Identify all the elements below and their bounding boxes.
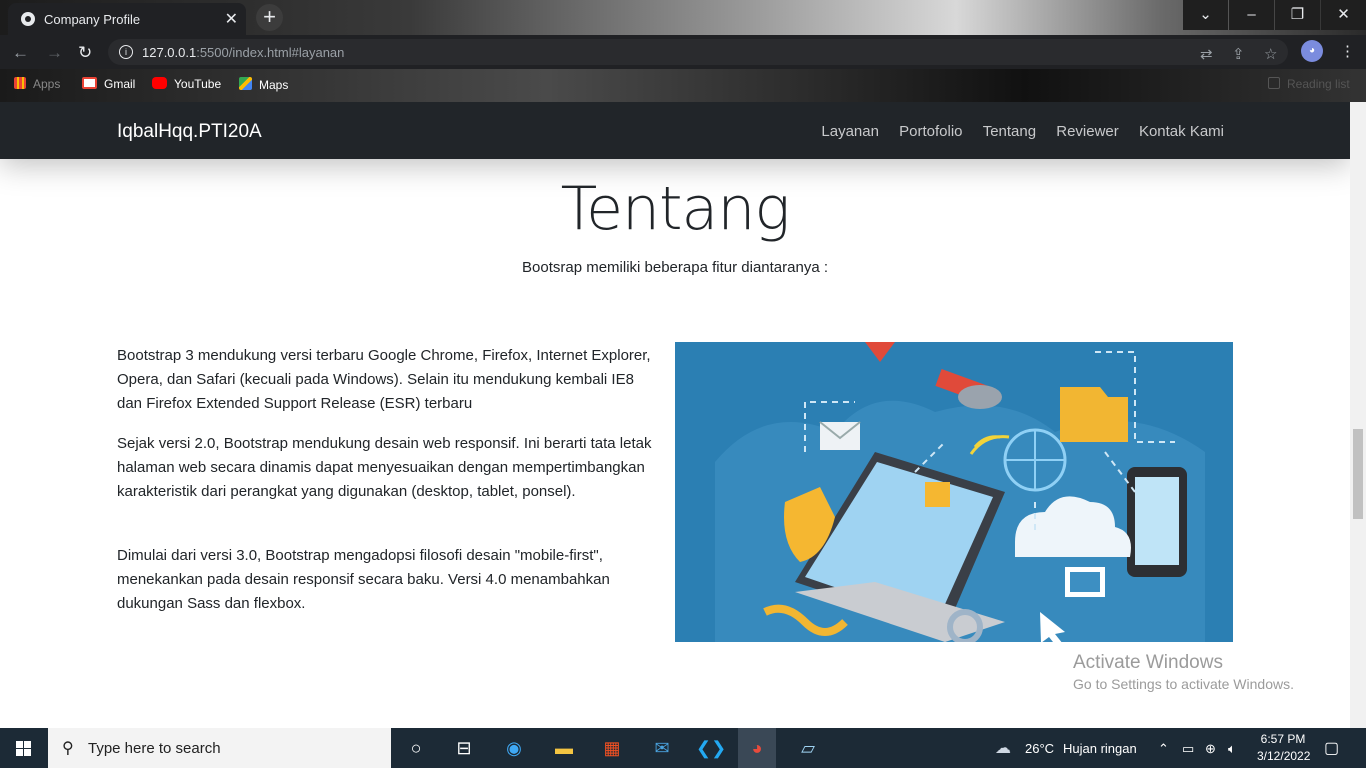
activate-windows-title: Activate Windows (1073, 652, 1223, 673)
notifications-icon[interactable]: ▢ (1324, 738, 1339, 758)
page-scrollbar[interactable] (1350, 102, 1366, 728)
windows-logo-icon (16, 741, 31, 756)
address-bar[interactable]: i 127.0.0.1:5500/index.html#layanan ⇄ ⇪ … (108, 39, 1288, 65)
apps-grid-icon (14, 77, 26, 89)
new-tab-button[interactable]: + (256, 4, 283, 31)
bookmark-maps-label: Maps (259, 78, 289, 92)
tab-search-icon[interactable]: ⌄ (1183, 0, 1228, 30)
nav-link-reviewer[interactable]: Reviewer (1056, 123, 1119, 140)
clock-time: 6:57 PM (1260, 732, 1306, 746)
edge-icon[interactable]: ◉ (500, 734, 528, 762)
mail-icon[interactable]: ✉ (648, 734, 676, 762)
file-explorer-icon[interactable]: ▬ (550, 734, 578, 762)
reading-list-icon (1268, 77, 1280, 89)
share-icon[interactable]: ⇪ (1232, 45, 1245, 63)
youtube-icon (152, 77, 167, 89)
tab-close-icon[interactable]: ✕ (225, 9, 238, 29)
reload-icon[interactable]: ↻ (78, 43, 92, 63)
scrollbar-thumb[interactable] (1353, 429, 1363, 519)
bookmark-apps[interactable]: Apps (14, 77, 60, 91)
task-view-icon[interactable]: ⊟ (450, 734, 478, 762)
nav-link-layanan[interactable]: Layanan (821, 123, 879, 140)
translate-icon[interactable]: ⇄ (1200, 45, 1213, 63)
taskbar-search-box[interactable]: ⚲ Type here to search (48, 728, 391, 768)
weather-cloud-icon: ☁ (995, 740, 1011, 757)
chrome-taskbar-icon[interactable]: ◕ (738, 728, 776, 768)
url-host: 127.0.0.1 (142, 45, 197, 60)
section-subheading: Bootsrap memiliki beberapa fitur diantar… (522, 259, 828, 276)
clock-date: 3/12/2022 (1257, 749, 1311, 763)
url-text[interactable]: 127.0.0.1:5500/index.html#layanan (142, 45, 344, 60)
network-icon[interactable]: ⊕ (1205, 741, 1216, 757)
system-clock[interactable]: 6:57 PM 3/12/2022 (1257, 731, 1311, 765)
browser-tab[interactable]: Company Profile ✕ (8, 3, 246, 35)
activate-windows-watermark: Activate Windows Go to Settings to activ… (1073, 652, 1294, 692)
cortana-icon[interactable]: ○ (402, 734, 430, 762)
technology-illustration-image (675, 342, 1233, 642)
windows-taskbar: ⚲ Type here to search ○ ⊟ ◉ ▬ ▦ ✉ ❮❯ ◕ ▱… (0, 728, 1366, 768)
bookmark-youtube[interactable]: YouTube (152, 77, 221, 91)
site-info-icon[interactable]: i (119, 45, 133, 59)
volume-icon[interactable]: 🔈︎ (1228, 741, 1236, 757)
back-icon[interactable]: ← (12, 43, 29, 63)
bookmarks-bar: Apps Gmail YouTube Maps Reading list (0, 69, 1366, 102)
activate-windows-subtitle: Go to Settings to activate Windows. (1073, 676, 1294, 692)
reading-list[interactable]: Reading list (1268, 77, 1350, 91)
browser-tab-strip: Company Profile ✕ + ⌄ – ❐ ✕ (0, 0, 1366, 35)
browser-toolbar: ← → ↻ i 127.0.0.1:5500/index.html#layana… (0, 35, 1366, 69)
site-navbar: IqbalHqq.PTI20A Layanan Portofolio Tenta… (0, 102, 1350, 159)
windows-start-button[interactable] (0, 728, 48, 768)
notepad-icon[interactable]: ▱ (794, 734, 822, 762)
gmail-icon (82, 77, 97, 89)
bookmark-apps-label: Apps (33, 77, 61, 91)
site-brand[interactable]: IqbalHqq.PTI20A (117, 121, 262, 143)
reading-list-label: Reading list (1287, 77, 1350, 91)
feature-paragraph-3: Dimulai dari versi 3.0, Bootstrap mengad… (117, 547, 610, 612)
feature-paragraph-1: Bootstrap 3 mendukung versi terbaru Goog… (117, 347, 651, 412)
bookmark-gmail[interactable]: Gmail (82, 77, 135, 91)
web-page: IqbalHqq.PTI20A Layanan Portofolio Tenta… (0, 102, 1350, 728)
microsoft-store-icon[interactable]: ▦ (598, 734, 626, 762)
chrome-menu-icon[interactable]: ⋮ (1340, 42, 1355, 60)
tab-title: Company Profile (44, 12, 141, 27)
nav-link-tentang[interactable]: Tentang (983, 123, 1036, 140)
bookmark-gmail-label: Gmail (104, 77, 136, 91)
vscode-icon[interactable]: ❮❯ (696, 734, 726, 762)
bookmark-maps[interactable]: Maps (239, 77, 288, 92)
restore-icon[interactable]: ❐ (1275, 0, 1320, 30)
maps-icon (239, 77, 252, 90)
url-path: :5500/index.html#layanan (196, 45, 345, 60)
minimize-icon[interactable]: – (1229, 0, 1274, 30)
forward-icon[interactable]: → (46, 43, 63, 63)
taskbar-search-placeholder: Type here to search (88, 740, 221, 757)
show-hidden-icons-icon[interactable]: ⌃ (1158, 741, 1169, 757)
weather-temperature[interactable]: 26°C (1025, 741, 1054, 756)
battery-icon[interactable]: ▭ (1182, 741, 1194, 757)
profile-avatar[interactable]: ◕ (1301, 40, 1323, 62)
nav-link-kontak-kami[interactable]: Kontak Kami (1139, 123, 1224, 140)
bookmark-youtube-label: YouTube (174, 77, 222, 91)
section-heading: Tentang (560, 174, 791, 244)
feature-paragraph-2: Sejak versi 2.0, Bootstrap mendukung des… (117, 435, 652, 500)
site-menu: Layanan Portofolio Tentang Reviewer Kont… (805, 123, 1224, 140)
search-icon: ⚲ (62, 740, 74, 757)
nav-link-portofolio[interactable]: Portofolio (899, 123, 962, 140)
window-close-icon[interactable]: ✕ (1321, 0, 1366, 30)
weather-description[interactable]: Hujan ringan (1063, 741, 1137, 756)
bookmark-star-icon[interactable]: ☆ (1264, 45, 1277, 63)
tab-favicon-icon (21, 12, 35, 26)
